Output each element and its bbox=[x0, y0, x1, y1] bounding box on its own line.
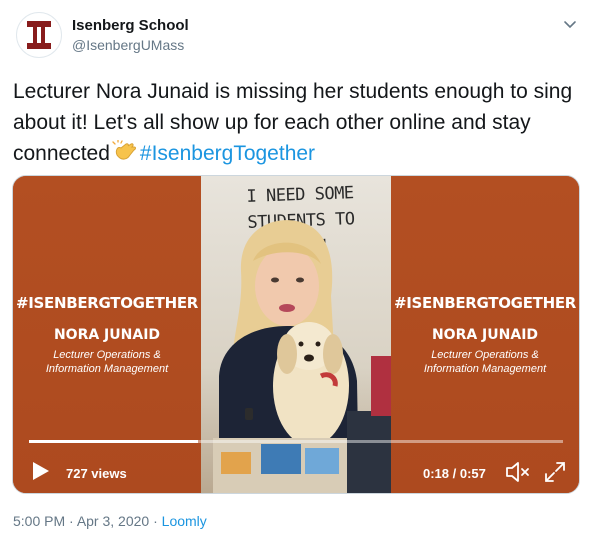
tweet-text: Lecturer Nora Junaid is missing her stud… bbox=[13, 76, 583, 169]
panel-name: NORA JUNAID bbox=[53, 327, 161, 343]
tweet-time[interactable]: 5:00 PM bbox=[13, 513, 65, 529]
tweet-source-link[interactable]: Loomly bbox=[162, 513, 207, 529]
panel-role: Lecturer Operations & Information Manage… bbox=[391, 348, 579, 376]
author-handle[interactable]: @IsenbergUMass bbox=[72, 37, 184, 53]
panel-name: NORA JUNAID bbox=[431, 327, 539, 343]
avatar[interactable] bbox=[16, 12, 62, 58]
hashtag-link[interactable]: #IsenbergTogether bbox=[140, 142, 315, 165]
panel-role-line2: Information Management bbox=[45, 363, 169, 375]
panel-role-line1: Lecturer Operations & bbox=[53, 349, 161, 361]
view-count: 727 views bbox=[66, 466, 127, 481]
video-player[interactable]: #ISENBERGTOGETHER NORA JUNAID Lecturer O… bbox=[12, 175, 580, 494]
panel-hashtag: #ISENBERGTOGETHER bbox=[393, 294, 577, 312]
video-scene-illustration bbox=[213, 220, 391, 493]
video-frame[interactable]: I NEED SOME STUDENTS TO TEACH bbox=[201, 176, 391, 493]
meta-separator: · bbox=[65, 513, 77, 529]
tweet-meta: 5:00 PM · Apr 3, 2020 · Loomly bbox=[13, 513, 207, 529]
panel-role-line2: Information Management bbox=[423, 363, 547, 375]
duration: 0:57 bbox=[459, 466, 486, 481]
video-progress-fill bbox=[29, 440, 198, 443]
video-progress-bar[interactable] bbox=[29, 440, 563, 443]
play-icon[interactable] bbox=[29, 460, 51, 482]
panel-role-line1: Lecturer Operations & bbox=[431, 349, 539, 361]
author-name[interactable]: Isenberg School bbox=[72, 17, 189, 34]
panel-role: Lecturer Operations & Information Manage… bbox=[13, 348, 201, 376]
fullscreen-icon[interactable] bbox=[543, 460, 567, 484]
panel-hashtag: #ISENBERGTOGETHER bbox=[15, 294, 199, 312]
tweet-date[interactable]: Apr 3, 2020 bbox=[77, 513, 149, 529]
current-time: 0:18 bbox=[423, 466, 450, 481]
clapping-hands-icon bbox=[112, 140, 136, 160]
video-side-panel-right: #ISENBERGTOGETHER NORA JUNAID Lecturer O… bbox=[391, 176, 579, 493]
video-side-panel-left: #ISENBERGTOGETHER NORA JUNAID Lecturer O… bbox=[13, 176, 201, 493]
meta-separator: · bbox=[149, 513, 162, 529]
volume-muted-icon[interactable] bbox=[505, 460, 531, 484]
isenberg-logo-icon bbox=[27, 21, 51, 49]
chevron-down-icon[interactable] bbox=[562, 16, 578, 32]
video-timecode: 0:18 / 0:57 bbox=[423, 466, 486, 481]
